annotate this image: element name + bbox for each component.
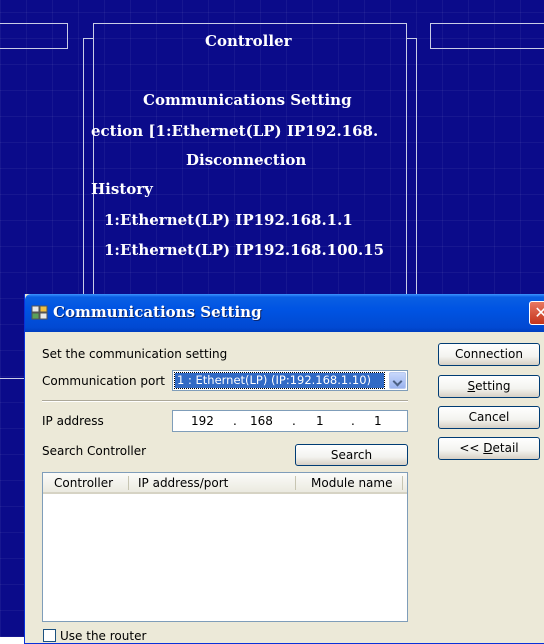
ip-dot: . (351, 414, 355, 428)
search-controller-label: Search Controller (42, 444, 147, 458)
column-header-module-name[interactable]: Module name (311, 476, 392, 490)
comm-port-label: Communication port (42, 374, 165, 388)
hmi-panel-heading: Communications Setting (143, 91, 352, 109)
controller-list-header: Controller IP address/port Module name (43, 473, 407, 494)
search-button[interactable]: Search (295, 444, 408, 466)
ip-octet-2[interactable]: 168 (250, 414, 273, 428)
app-icon (31, 305, 48, 320)
detail-mnemonic: D (483, 441, 493, 455)
dialog-title: Communications Setting (53, 303, 262, 321)
ip-octet-3[interactable]: 1 (316, 414, 324, 428)
column-divider[interactable] (402, 476, 403, 490)
comm-port-select[interactable]: 1 : Ethernet(LP) (IP:192.168.1.10) (172, 370, 408, 391)
connection-button[interactable]: Connection (438, 343, 540, 366)
frame-line (430, 48, 544, 49)
frame-line (430, 23, 544, 24)
hmi-history-item[interactable]: 1:Ethernet(LP) IP192.168.1.1 (104, 211, 353, 229)
communications-setting-dialog: Communications Setting ✕ Set the communi… (24, 294, 544, 644)
frame-line (93, 23, 94, 313)
comm-port-selected-value: 1 : Ethernet(LP) (IP:192.168.1.10) (174, 372, 385, 389)
dialog-titlebar[interactable]: Communications Setting ✕ (25, 294, 544, 332)
frame-line (83, 38, 94, 39)
ip-dot: . (233, 414, 237, 428)
ip-address-label: IP address (42, 414, 104, 428)
frame-line (416, 38, 417, 313)
ip-address-field[interactable]: 192 . 168 . 1 . 1 (172, 410, 408, 432)
detail-button[interactable]: << Detail (438, 437, 540, 460)
column-divider[interactable] (128, 476, 129, 490)
setting-mnemonic: S (467, 379, 476, 393)
hmi-panel-title: Controller (205, 32, 292, 50)
ip-dot: . (292, 414, 296, 428)
use-router-checkbox[interactable] (43, 629, 56, 642)
column-divider[interactable] (295, 476, 296, 490)
ip-octet-4[interactable]: 1 (374, 414, 382, 428)
hmi-connection-line: ection [1:Ethernet(LP) IP192.168. (91, 122, 379, 140)
ip-octet-1[interactable]: 192 (191, 414, 214, 428)
hmi-history-label: History (91, 180, 153, 198)
hmi-disconnection-button[interactable]: Disconnection (186, 151, 306, 169)
frame-line (406, 23, 407, 313)
column-header-controller[interactable]: Controller (54, 476, 113, 490)
setting-button[interactable]: Setting (438, 375, 540, 398)
close-icon[interactable]: ✕ (529, 301, 544, 325)
detail-prefix: << (459, 441, 484, 455)
frame-line (67, 23, 68, 49)
detail-label: etail (492, 441, 519, 455)
use-router-label: Use the router (60, 629, 147, 643)
divider (42, 400, 408, 402)
frame-line (0, 48, 68, 49)
frame-line (0, 378, 24, 379)
controller-list[interactable]: Controller IP address/port Module name (42, 472, 408, 622)
cancel-button[interactable]: Cancel (438, 406, 540, 429)
chevron-down-icon[interactable] (389, 372, 406, 389)
hmi-history-item[interactable]: 1:Ethernet(LP) IP192.168.100.15 (104, 241, 384, 259)
frame-line (93, 23, 407, 24)
column-header-ip-port[interactable]: IP address/port (138, 476, 228, 490)
frame-line (0, 23, 68, 24)
setting-label: etting (475, 379, 511, 393)
instruction-label: Set the communication setting (42, 347, 228, 361)
frame-line (83, 38, 84, 313)
frame-line (430, 23, 431, 49)
